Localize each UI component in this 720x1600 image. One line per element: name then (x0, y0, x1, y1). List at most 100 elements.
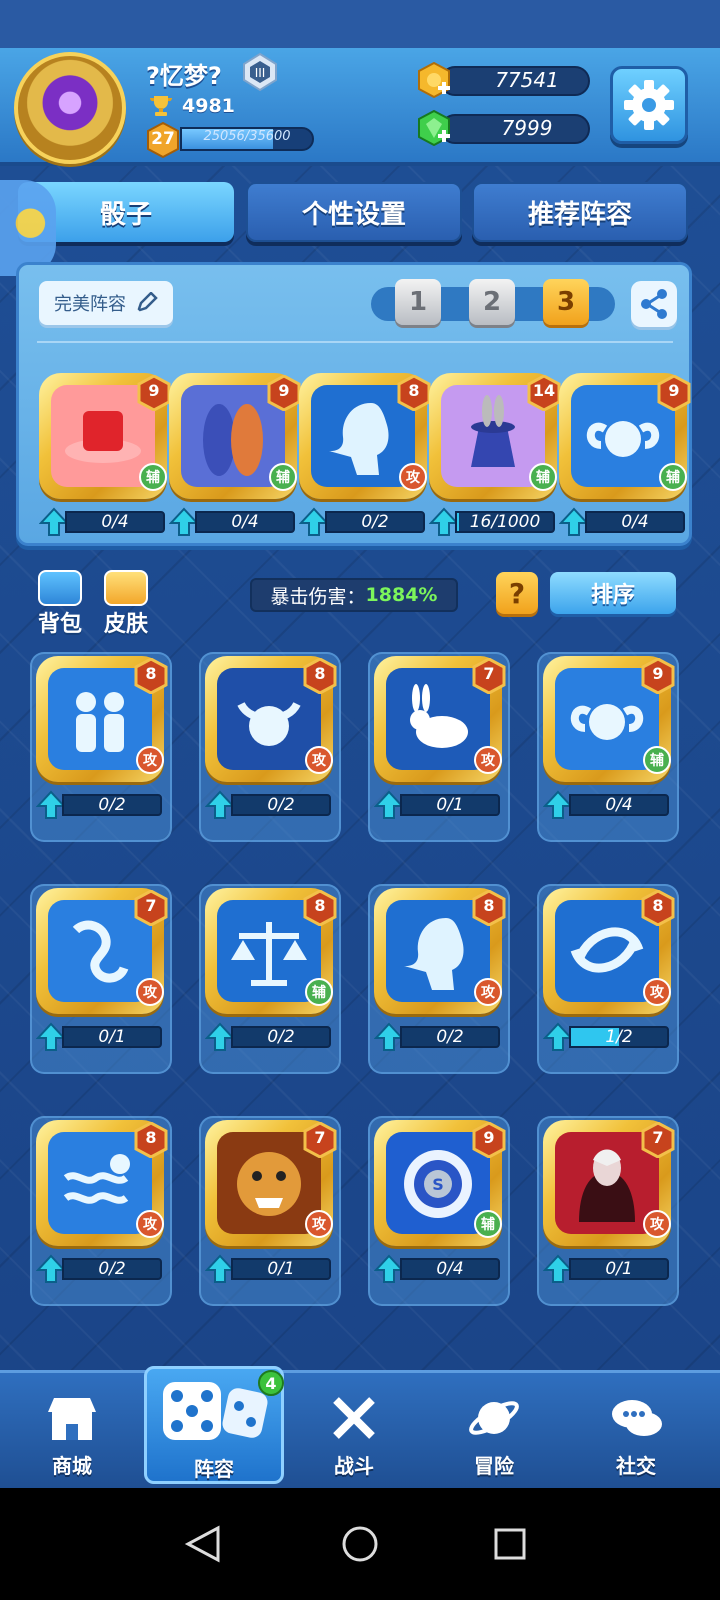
crit-damage-display: 暴击伤害： 1884% (250, 578, 458, 612)
player-name: ?忆梦? (146, 62, 222, 90)
trophy-row: 4981 (148, 94, 235, 118)
upgrade-progress-text: 0/2 (361, 512, 389, 532)
dice-level: 7 (483, 664, 495, 683)
deck-slot-2-button[interactable]: 2 (469, 279, 515, 325)
dice-role-badge: 攻 (305, 1210, 333, 1238)
upgrade-progress-text: 0/2 (267, 795, 295, 815)
xp-text: 25056/35600 (203, 129, 291, 144)
deck-panel: 完美阵容 1 2 3 9 辅 0/4 9 辅 0/4 8 攻 0/2 14 辅 16/1000 9 辅 0/… (16, 262, 692, 546)
nav-crossed-swords[interactable]: 战斗 (284, 1382, 424, 1482)
crit-damage-label: 暴击伤害： (270, 585, 366, 608)
android-back-icon[interactable] (184, 1525, 220, 1563)
deck-slot-1-button[interactable]: 1 (395, 279, 441, 325)
dice-level: 8 (314, 896, 326, 915)
player-avatar[interactable] (14, 52, 126, 164)
dice-level: 7 (314, 1128, 326, 1147)
share-icon (641, 289, 667, 319)
dice-level: 8 (314, 664, 326, 683)
dice-role-badge: 攻 (136, 978, 164, 1006)
dice-role-badge: 辅 (269, 463, 297, 491)
nav-label: 商城 (52, 1454, 92, 1478)
gold-value: 77541 (495, 68, 559, 92)
tab-personalize[interactable]: 个性设置 (246, 182, 462, 242)
upgrade-progress-text: 0/1 (436, 795, 464, 815)
dice-role-badge: 辅 (305, 978, 333, 1006)
status-bar (0, 0, 720, 48)
upgrade-progress-text: 0/2 (98, 1259, 126, 1279)
upgrade-progress-text: 0/4 (605, 795, 633, 815)
crossed-swords-icon (333, 1397, 375, 1439)
settings-button[interactable] (610, 66, 688, 144)
upgrade-progress-text: 0/4 (231, 512, 259, 532)
nav-label: 社交 (616, 1454, 656, 1478)
nav-shop[interactable]: 商城 (2, 1382, 142, 1482)
nav-label: 冒险 (474, 1454, 514, 1478)
help-button[interactable]: ? (496, 572, 538, 614)
backpack-icon (38, 570, 82, 606)
share-button[interactable] (631, 281, 677, 327)
upgrade-progress-text: 0/4 (436, 1259, 464, 1279)
skin-icon (104, 570, 148, 606)
gear-icon (624, 80, 674, 130)
dice-level: 9 (278, 381, 290, 400)
gem-value: 7999 (501, 116, 553, 140)
deck-divider (37, 341, 673, 343)
dice-level: 9 (668, 381, 680, 400)
dice-level: 8 (145, 664, 157, 683)
skin-label: 皮肤 (103, 612, 148, 637)
dice-role-badge: 攻 (399, 463, 427, 491)
backpack-label: 背包 (37, 612, 82, 637)
dice-role-badge: 攻 (305, 746, 333, 774)
trophy-icon (149, 96, 173, 116)
upgrade-progress-text: 0/4 (101, 512, 129, 532)
dice-level: 7 (652, 1128, 664, 1147)
dice-level: 8 (408, 381, 420, 400)
dice-level: 9 (652, 664, 664, 683)
nav-chat-bubbles[interactable]: 社交 (566, 1382, 706, 1482)
upgrade-progress-text: 0/2 (267, 1027, 295, 1047)
dice-role-badge: 攻 (643, 978, 671, 1006)
chat-bubbles-icon (612, 1400, 662, 1436)
player-header: ?忆梦? III 4981 27 25056/35600 77541 7999 (0, 48, 720, 166)
green-gem-add-icon[interactable] (416, 110, 452, 146)
rank-badge-icon: III (243, 52, 277, 92)
upgrade-progress-text: 0/1 (267, 1259, 295, 1279)
upgrade-progress-text: 0/1 (605, 1259, 633, 1279)
nav-planet[interactable]: 冒险 (424, 1382, 564, 1482)
dice-level: 7 (145, 896, 157, 915)
sort-button[interactable]: 排序 (550, 572, 676, 614)
skin-button[interactable]: 皮肤 (98, 570, 154, 638)
deck-name-label: 完美阵容 (54, 294, 126, 315)
svg-text:S: S (432, 1175, 444, 1194)
dice-level: 9 (148, 381, 160, 400)
backpack-button[interactable]: 背包 (32, 570, 88, 638)
upgrade-progress-text: 0/1 (98, 1027, 126, 1047)
dice-role-badge: 攻 (643, 1210, 671, 1238)
dice-role-badge: 辅 (474, 1210, 502, 1238)
dice-level: 8 (652, 896, 664, 915)
deck-name-button[interactable]: 完美阵容 (39, 281, 173, 325)
dice-icon (163, 1382, 268, 1440)
android-recents-icon[interactable] (494, 1528, 526, 1560)
deck-slot-3-button[interactable]: 3 (543, 279, 589, 325)
dice-level: 14 (532, 381, 556, 400)
dice-role-badge: 攻 (136, 746, 164, 774)
gold-coin-add-icon[interactable] (416, 62, 452, 98)
upgrade-progress-text: 0/2 (98, 795, 126, 815)
dice-role-badge: 辅 (659, 463, 687, 491)
svg-text:III: III (255, 66, 266, 80)
upgrade-progress-text: 1/2 (605, 1027, 633, 1047)
android-home-icon[interactable] (342, 1526, 378, 1562)
upgrade-progress-text: 16/1000 (469, 512, 541, 532)
dice-role-badge: 攻 (136, 1210, 164, 1238)
upgrade-progress-text: 0/4 (621, 512, 649, 532)
player-level: 27 (151, 129, 175, 149)
upgrade-progress-text: 0/2 (436, 1027, 464, 1047)
tab-recommended-decks[interactable]: 推荐阵容 (472, 182, 688, 242)
dice-role-badge: 攻 (474, 746, 502, 774)
dice-level: 8 (483, 896, 495, 915)
dice-level: 8 (145, 1128, 157, 1147)
crit-damage-value: 1884% (365, 584, 438, 606)
planet-icon (469, 1401, 519, 1435)
dice-role-badge: 辅 (643, 746, 671, 774)
